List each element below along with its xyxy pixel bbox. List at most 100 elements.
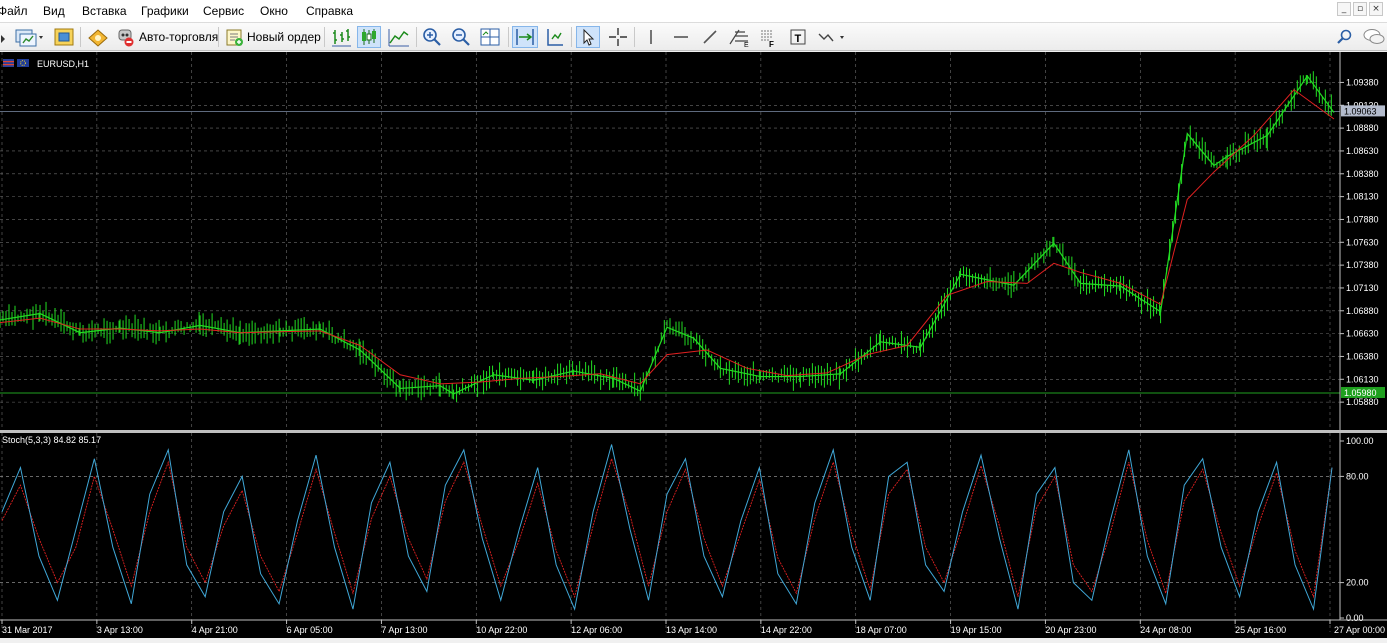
time-tick-label: 27 Apr 00:00 [1334,625,1385,635]
chat-button[interactable] [1362,26,1386,48]
vertical-line-icon [650,30,652,44]
svg-text:F: F [769,40,774,48]
auto-scroll-icon [516,29,534,45]
price-tick-label: 1.08880 [1346,123,1379,133]
price-tick-label: 1.06880 [1346,306,1379,316]
flag-icon [3,59,29,67]
new-order-label: Новый ордер [247,30,321,44]
cursor-icon [583,28,595,46]
time-tick-label: 6 Apr 05:00 [287,625,333,635]
stoch-tick-label: 100.00 [1346,436,1374,446]
time-tick-label: 12 Apr 06:00 [571,625,622,635]
navigator-button[interactable] [52,26,76,48]
time-tick-label: 14 Apr 22:00 [761,625,812,635]
price-tick-label: 1.07130 [1346,283,1379,293]
price-tick-label: 1.06630 [1346,329,1379,339]
stoch-tick-label: 0.00 [1346,613,1364,623]
minimize-button[interactable]: _ [1337,2,1351,16]
pane-divider[interactable] [0,430,1387,433]
price-tick-label: 1.08630 [1346,146,1379,156]
trendline-icon [703,30,717,44]
trendline-button[interactable] [699,26,721,48]
arrows-button[interactable] [815,26,847,48]
auto-trading-button[interactable]: Авто-торговля [114,26,218,48]
cursor-tool-button[interactable] [576,26,600,48]
time-tick-label: 4 Apr 21:00 [192,625,238,635]
menu-file[interactable]: Файл [0,4,28,18]
menu-tools[interactable]: Сервис [203,4,244,18]
market-watch-icon [88,29,108,47]
chart-shift-icon [547,29,563,46]
price-tick-label: 1.06380 [1346,351,1379,361]
price-tick-label: 1.05880 [1346,397,1379,407]
vertical-line-button[interactable] [640,26,662,48]
stoch-tick-label: 80.00 [1346,471,1369,481]
bar-chart-icon [332,29,351,47]
moving-average-line [0,89,1335,385]
time-tick-label: 25 Apr 16:00 [1235,625,1286,635]
menu-view[interactable]: Вид [43,4,65,18]
fibo-tools-icon: F [761,30,774,48]
time-tick-label: 31 Mar 2017 [2,625,53,635]
time-tick-label: 10 Apr 22:00 [476,625,527,635]
svg-text:T: T [795,33,802,45]
time-tick-label: 24 Apr 08:00 [1140,625,1191,635]
menu-window[interactable]: Окно [260,4,288,18]
profiles-icon [15,29,43,47]
search-button[interactable] [1335,26,1355,48]
chart-canvas[interactable]: 1.093801.091301.088801.086301.083801.081… [0,52,1387,638]
profiles-button[interactable] [14,26,44,48]
toolbar: Авто-торговля Новый ордер E F T [0,23,1387,51]
text-label-icon: T [790,29,806,45]
fibonacci-icon: E [729,29,749,48]
tile-windows-button[interactable] [479,26,501,48]
auto-scroll-button[interactable] [512,26,538,48]
price-series-line [0,75,1335,395]
zoom-out-button[interactable] [450,26,472,48]
time-tick-label: 18 Apr 07:00 [856,625,907,635]
current-price-label: 1.09063 [1344,106,1377,116]
price-tick-label: 1.07630 [1346,237,1379,247]
bar-chart-button[interactable] [330,26,352,48]
chart-shift-button[interactable] [542,26,566,48]
horizontal-line-button[interactable] [670,26,692,48]
chart-window[interactable]: 1.09380 1.09130 1.08880 1.08630 1.08380 1.081… [0,52,1387,638]
line-chart-button[interactable] [387,26,411,48]
horizontal-line-icon [674,36,688,38]
menu-bar: Файл Вид Вставка Графики Сервис Окно Спр… [0,0,1387,23]
text-label-button[interactable]: T [787,26,809,48]
zoom-in-button[interactable] [421,26,443,48]
symbol-label: EURUSD,H1 [37,59,89,69]
restore-button[interactable]: ▫ [1353,2,1367,16]
search-icon [1337,29,1352,44]
price-tick-label: 1.09380 [1346,77,1379,87]
stoch-signal-line [1,457,1333,599]
price-tick-label: 1.07380 [1346,260,1379,270]
navigator-icon [54,28,74,46]
dropdown-arrow-icon[interactable] [0,26,8,48]
new-order-button[interactable]: Новый ордер [224,26,321,48]
menu-help[interactable]: Справка [306,4,353,18]
candlestick-chart-button[interactable] [357,26,381,48]
candles-group [0,71,1332,403]
line-chart-icon [388,29,409,47]
window-controls: _ ▫ × [1337,2,1383,16]
indicator-label: Stoch(5,3,3) 84.82 85.17 [2,435,101,445]
time-tick-label: 3 Apr 13:00 [97,625,143,635]
auto-trading-label: Авто-торговля [139,30,219,44]
menu-insert[interactable]: Вставка [82,4,127,18]
menu-charts[interactable]: Графики [141,4,189,18]
price-tick-label: 1.08130 [1346,192,1379,202]
time-tick-label: 20 Apr 23:00 [1045,625,1096,635]
fibo-tools-button[interactable]: F [757,26,779,48]
new-order-icon [226,29,243,46]
zoom-in-icon [423,28,441,46]
fibonacci-button[interactable]: E [727,26,751,48]
tile-windows-icon [480,28,500,46]
crosshair-tool-button[interactable] [606,26,630,48]
crosshair-icon [609,28,627,46]
price-tick-label: 1.08380 [1346,169,1379,179]
close-button[interactable]: × [1369,2,1383,16]
market-watch-button[interactable] [86,26,110,48]
stoch-tick-label: 20.00 [1346,578,1369,588]
